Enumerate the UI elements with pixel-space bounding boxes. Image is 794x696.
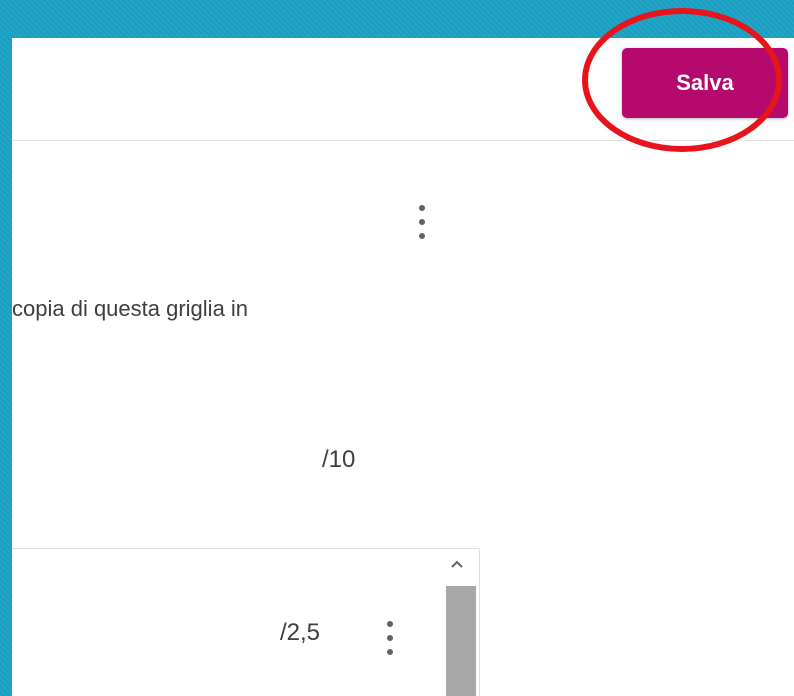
more-options-icon[interactable] <box>414 205 430 239</box>
chevron-up-glyph <box>451 560 463 568</box>
criterion-score: /2,5 <box>280 619 321 646</box>
chevron-up-icon[interactable] <box>440 556 474 576</box>
header-bar: Salva <box>12 38 794 141</box>
criterion-card[interactable] <box>12 548 480 696</box>
rubric-description: copia di questa griglia in <box>12 296 249 321</box>
scrollbar-thumb[interactable] <box>446 586 476 696</box>
total-score: /10 <box>322 446 356 473</box>
editor-panel: Salva copia di questa griglia in /10 /2,… <box>12 38 794 696</box>
save-button[interactable]: Salva <box>622 48 788 118</box>
criterion-more-options-icon[interactable] <box>382 621 398 655</box>
